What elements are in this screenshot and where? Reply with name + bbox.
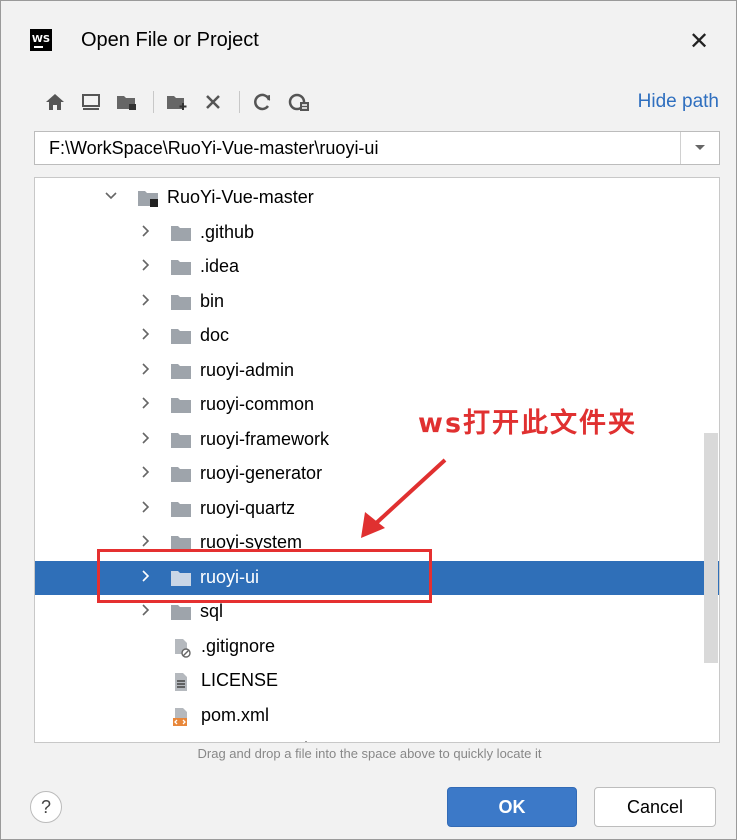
close-button[interactable]: ✕ — [689, 27, 709, 56]
folder-icon — [170, 396, 192, 414]
tree-folder-row[interactable]: .github — [35, 216, 719, 250]
folder-icon — [170, 465, 192, 483]
tree-row-label: bin — [200, 290, 225, 311]
tree-row-label: .github — [200, 221, 255, 242]
chevron-right-icon[interactable] — [140, 500, 152, 515]
hide-path-link[interactable]: Hide path — [638, 91, 719, 113]
tree-row-label: ruoyi-framework — [200, 428, 330, 449]
folder-icon — [170, 500, 192, 518]
webstorm-app-icon: WS — [30, 29, 52, 51]
dialog-title: Open File or Project — [81, 29, 259, 51]
tree-folder-row[interactable]: .idea — [35, 250, 719, 284]
folder-icon — [170, 603, 192, 621]
folder-icon — [170, 327, 192, 345]
tree-folder-row[interactable]: RuoYi-Vue-master — [35, 181, 719, 215]
tree-row-label: doc — [200, 325, 230, 345]
tree-file-row[interactable]: README.md — [35, 733, 719, 742]
open-file-dialog: WS Open File or Project ✕ Hide path F:\W… — [0, 0, 737, 840]
path-field-value[interactable]: F:\WorkSpace\RuoYi-Vue-master\ruoyi-ui — [49, 138, 378, 159]
home-icon[interactable] — [41, 87, 69, 117]
project-folder-icon[interactable] — [113, 87, 141, 117]
folder-icon — [170, 258, 192, 276]
delete-icon[interactable] — [199, 87, 227, 117]
folder-icon — [170, 293, 192, 311]
tree-row-label: ruoyi-quartz — [200, 497, 296, 518]
chevron-right-icon[interactable] — [140, 397, 152, 411]
ok-button[interactable]: OK — [447, 787, 577, 827]
chevron-right-icon[interactable] — [140, 466, 152, 480]
chevron-right-icon[interactable] — [140, 328, 152, 342]
tree-row-label: .gitignore — [201, 635, 276, 656]
tree-row-label: RuoYi-Vue-master — [167, 187, 314, 207]
chevron-right-icon[interactable] — [140, 431, 152, 446]
tree-folder-row[interactable]: ruoyi-admin — [35, 354, 719, 388]
toolbar: Hide path — [41, 87, 731, 121]
annotation-highlight-box — [97, 549, 432, 603]
project-folder-icon — [137, 189, 159, 207]
tree-row-label: ruoyi-common — [200, 394, 315, 414]
text-file-icon — [171, 672, 193, 691]
xml-file-icon — [171, 707, 193, 726]
tree-row-label: pom.xml — [201, 704, 270, 725]
tree-row-label: sql — [200, 601, 224, 621]
md-file-icon — [171, 741, 193, 742]
annotation-text: ws打开此文件夹 — [418, 408, 638, 439]
folder-icon — [170, 362, 192, 380]
tree-row-label: README.md — [201, 739, 308, 742]
tree-row-label: .idea — [200, 256, 240, 276]
annotation-arrow — [361, 458, 447, 538]
chevron-right-icon[interactable] — [140, 535, 152, 549]
path-history-dropdown[interactable] — [680, 132, 719, 164]
chevron-right-icon[interactable] — [140, 293, 152, 308]
refresh-icon[interactable] — [249, 87, 277, 117]
folder-icon — [170, 224, 192, 242]
chevron-right-icon[interactable] — [140, 362, 152, 377]
chevron-down-icon — [695, 145, 705, 150]
help-button[interactable]: ? — [30, 791, 62, 823]
chevron-down-icon[interactable] — [105, 190, 117, 204]
drag-drop-hint: Drag and drop a file into the space abov… — [197, 746, 542, 761]
tree-row-label: ruoyi-admin — [200, 359, 295, 380]
tree-folder-row[interactable]: doc — [35, 319, 719, 353]
toolbar-separator — [153, 91, 154, 113]
tree-file-row[interactable]: .gitignore — [35, 630, 719, 664]
tree-folder-row[interactable]: bin — [35, 285, 719, 319]
new-folder-icon[interactable] — [163, 87, 191, 117]
show-hidden-icon[interactable] — [285, 87, 313, 117]
ignore-file-icon — [171, 638, 193, 658]
tree-file-row[interactable]: LICENSE — [35, 664, 719, 698]
title-bar: WS Open File or Project ✕ — [1, 1, 737, 79]
desktop-icon[interactable] — [77, 87, 105, 117]
tree-row-label: LICENSE — [201, 670, 279, 690]
toolbar-separator — [239, 91, 240, 113]
chevron-right-icon[interactable] — [140, 224, 152, 239]
tree-row-label: ruoyi-generator — [200, 463, 323, 483]
cancel-button[interactable]: Cancel — [594, 787, 716, 827]
tree-file-row[interactable]: pom.xml — [35, 699, 719, 733]
chevron-right-icon[interactable] — [140, 604, 152, 618]
path-field[interactable]: F:\WorkSpace\RuoYi-Vue-master\ruoyi-ui — [34, 131, 720, 165]
chevron-right-icon[interactable] — [140, 259, 152, 273]
folder-icon — [170, 431, 192, 449]
tree-scrollbar[interactable] — [704, 433, 718, 663]
